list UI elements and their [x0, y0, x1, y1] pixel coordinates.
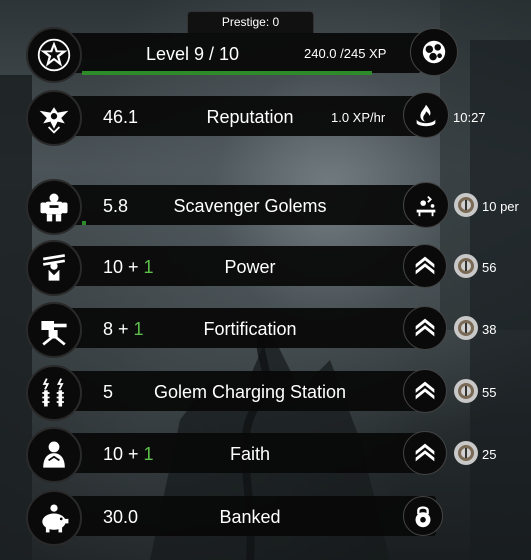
orbs-icon[interactable] [410, 28, 458, 76]
tesla-coil-icon [26, 365, 82, 421]
banked-label: Banked [219, 507, 281, 527]
level-progress-bar [82, 71, 373, 75]
stat-value: 10 + 1 [103, 444, 154, 465]
stat-row-faith: 10 + 1 Faith 25 [0, 423, 531, 483]
stat-bonus: 1 [133, 319, 144, 339]
stat-value: 10 + 1 [103, 257, 154, 278]
golems-value: 5.8 [103, 196, 129, 216]
stat-row-fortification: 8 + 1 Fortification 38 [0, 298, 531, 358]
banked-value: 30.0 [103, 507, 139, 527]
gear-coin-icon [454, 441, 478, 465]
stat-row-charging-station: 5 Golem Charging Station 55 [0, 361, 531, 421]
scavenge-icon[interactable] [403, 182, 449, 228]
stat-bonus: 1 [143, 444, 154, 464]
stat-base: 5 [103, 382, 114, 402]
reputation-value: 46.1 [103, 107, 139, 127]
stat-sep: + [123, 257, 144, 277]
golems-label: Scavenger Golems [173, 196, 327, 216]
stat-label-charging-station: Golem Charging Station [153, 382, 347, 402]
stat-label-fortification: Fortification [203, 319, 297, 339]
golems-row: 5.8 Scavenger Golems 10 per [0, 175, 531, 235]
star-emblem-icon [26, 27, 82, 83]
reputation-row: 46.1 Reputation 1.0 XP/hr 10:27 [0, 86, 531, 146]
gear-coin-icon [454, 254, 478, 278]
stat-bonus: 1 [143, 257, 154, 277]
golems-cost: 10 per [482, 199, 519, 214]
turret-icon [26, 302, 82, 358]
stat-value: 8 + 1 [103, 319, 144, 340]
stat-sep: + [123, 444, 144, 464]
padlock-icon[interactable] [403, 496, 443, 536]
game-panel: Prestige: 0 Level 9 / 10 240.0 /245 XP 4… [0, 0, 531, 560]
level-label: Level 9 / 10 [145, 44, 240, 64]
level-row: Level 9 / 10 240.0 /245 XP [0, 23, 531, 83]
stat-value: 5 [103, 382, 113, 403]
chevron-up-icon[interactable] [403, 431, 447, 475]
level-xp: 240.0 /245 XP [304, 46, 387, 61]
stat-sep: + [113, 319, 134, 339]
stat-base: 10 [103, 257, 124, 277]
gear-coin-icon [454, 379, 478, 403]
stat-base: 8 [103, 319, 114, 339]
stat-cost: 55 [482, 385, 497, 400]
banked-row: 30.0 Banked [0, 486, 531, 546]
stat-label-power: Power [224, 257, 276, 277]
chevron-up-icon[interactable] [403, 306, 447, 350]
raised-fist-icon [26, 240, 82, 296]
stat-cost: 38 [482, 322, 497, 337]
stat-base: 10 [103, 444, 124, 464]
eagle-emblem-icon [26, 90, 82, 146]
reputation-label: Reputation [206, 107, 294, 127]
piggy-bank-icon [26, 490, 82, 546]
flame-hand-icon[interactable] [403, 92, 449, 138]
golem-icon [26, 179, 82, 235]
golems-progress-bar [82, 221, 87, 225]
gear-coin-icon [454, 316, 478, 340]
gear-coin-icon [454, 193, 478, 217]
stat-cost: 56 [482, 260, 497, 275]
chevron-up-icon[interactable] [403, 369, 447, 413]
stat-label-faith: Faith [229, 444, 271, 464]
reputation-timer: 10:27 [453, 110, 486, 125]
reputation-rate: 1.0 XP/hr [331, 110, 386, 125]
chevron-up-icon[interactable] [403, 244, 447, 288]
praying-figure-icon [26, 427, 82, 483]
stat-cost: 25 [482, 447, 497, 462]
stat-row-power: 10 + 1 Power 56 [0, 236, 531, 296]
